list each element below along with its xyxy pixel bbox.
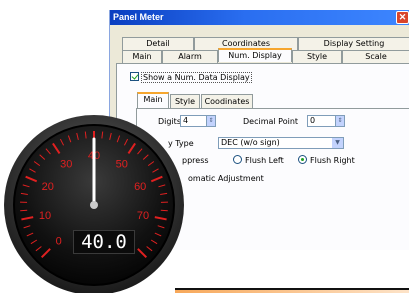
chevron-down-icon[interactable]: ▼ bbox=[332, 138, 343, 148]
dialog-title: Panel Meter bbox=[113, 12, 164, 22]
checkbox-checked-icon[interactable] bbox=[130, 72, 139, 81]
tab-main[interactable]: Main bbox=[122, 50, 162, 63]
panel-meter-gauge: 01020304050607080 bbox=[4, 115, 184, 293]
tick-label: 60 bbox=[134, 181, 146, 193]
tick-label: 20 bbox=[42, 181, 54, 193]
spinner-arrows-icon[interactable]: ⇕ bbox=[335, 116, 344, 126]
decimal-point-value: 0 bbox=[310, 116, 316, 125]
inner-tab-coordinates[interactable]: Coodinates bbox=[201, 94, 253, 108]
dialog-titlebar[interactable]: Panel Meter ✕ bbox=[110, 10, 409, 25]
display-type-select[interactable]: DEC (w/o sign) ▼ bbox=[218, 137, 344, 149]
tick-label: 50 bbox=[116, 158, 128, 170]
display-type-value: DEC (w/o sign) bbox=[221, 138, 280, 147]
show-num-display-label: Show a Num. Data Display bbox=[141, 72, 252, 83]
close-icon[interactable]: ✕ bbox=[396, 11, 409, 24]
tab-detail[interactable]: Detail bbox=[122, 37, 194, 50]
tick-label: 10 bbox=[39, 210, 51, 222]
decimal-point-spinner[interactable]: 0 ⇕ bbox=[307, 115, 345, 127]
tick-label: 0 bbox=[56, 235, 62, 247]
inner-tab-style[interactable]: Style bbox=[170, 94, 200, 108]
decimal-point-label: Decimal Point bbox=[243, 117, 299, 126]
meter-needle-hub bbox=[90, 201, 98, 209]
tab-display-setting[interactable]: Display Setting bbox=[298, 37, 409, 50]
flush-right-radio[interactable]: Flush Right bbox=[298, 155, 355, 166]
tab-scale[interactable]: Scale bbox=[342, 50, 409, 63]
tab-style[interactable]: Style bbox=[292, 50, 342, 63]
tick-label: 70 bbox=[137, 210, 149, 222]
auto-adjustment-label: omatic Adjustment bbox=[188, 174, 264, 183]
radio-on-icon[interactable] bbox=[298, 155, 307, 164]
flush-right-label: Flush Right bbox=[310, 156, 355, 165]
flush-left-radio[interactable]: Flush Left bbox=[233, 155, 284, 166]
radio-off-icon[interactable] bbox=[233, 155, 242, 164]
inner-tab-main[interactable]: Main bbox=[137, 92, 169, 108]
show-num-display-checkbox[interactable]: Show a Num. Data Display bbox=[130, 71, 252, 84]
meter-value-display: 40.0 bbox=[73, 230, 135, 254]
spinner-arrows-icon[interactable]: ⇕ bbox=[206, 116, 215, 126]
flush-left-label: Flush Left bbox=[245, 156, 284, 165]
tab-alarm[interactable]: Alarm bbox=[162, 50, 218, 63]
minor-tick bbox=[20, 209, 28, 212]
tab-num-display[interactable]: Num. Display bbox=[218, 48, 292, 62]
tick-label: 30 bbox=[60, 158, 72, 170]
minor-tick bbox=[160, 209, 168, 212]
